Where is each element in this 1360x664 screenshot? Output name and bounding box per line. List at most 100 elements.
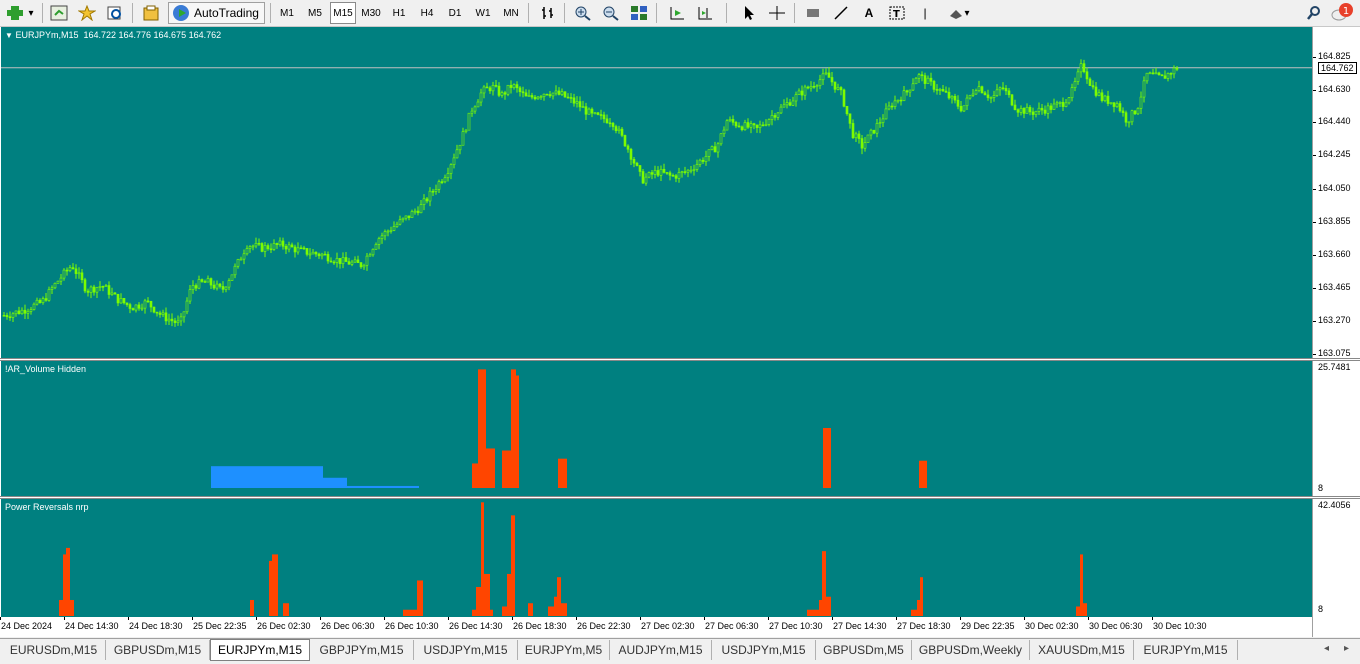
candle-body (782, 104, 786, 108)
text-tool-icon[interactable]: A (858, 2, 880, 24)
rectangle-tool-icon[interactable] (802, 2, 824, 24)
new-chart-icon[interactable] (48, 2, 70, 24)
price-label: 163.270 (1318, 314, 1351, 325)
candle-body (779, 106, 783, 114)
candle-body (1010, 94, 1014, 106)
candle-body (1013, 104, 1017, 110)
trendline-tool-icon[interactable] (830, 2, 852, 24)
power-reversals-pane[interactable]: Power Reversals nrp (1, 499, 1312, 617)
candle-body (452, 157, 456, 165)
time-label: 27 Dec 10:30 (769, 621, 823, 631)
time-tick (128, 617, 129, 620)
timeframe-m15[interactable]: M15 (330, 2, 356, 24)
candle-body (623, 135, 627, 147)
candle-body (251, 245, 255, 248)
price-tick (1313, 57, 1316, 58)
chart-tab-eurjpym-m15[interactable]: EURJPYm,M15 (210, 639, 310, 661)
time-label: 26 Dec 14:30 (449, 621, 503, 631)
arrow-marker-icon[interactable]: | (914, 2, 936, 24)
candle-body (935, 89, 939, 91)
chart-tab-gbpusdm-weekly[interactable]: GBPUSDm,Weekly (912, 640, 1030, 660)
reversal-bar (554, 596, 557, 616)
scroll-left-icon[interactable]: ◂ (1324, 643, 1329, 654)
timeframe-w1[interactable]: W1 (470, 2, 496, 24)
reversal-bar (472, 609, 476, 616)
chart-tab-eurjpym-m5[interactable]: EURJPYm,M5 (518, 640, 610, 660)
timeframe-m30[interactable]: M30 (358, 2, 384, 24)
chart-tab-gbpjpym-m15[interactable]: GBPJPYm,M15 (310, 640, 414, 660)
candle-body (899, 99, 903, 102)
new-order-icon[interactable] (4, 2, 26, 24)
candle-body (410, 211, 414, 218)
candle-body (29, 309, 33, 312)
search-icon[interactable] (1303, 2, 1325, 24)
autotrading-button[interactable]: AutoTrading (168, 2, 265, 24)
price-axis[interactable]: 164.825 164.630 164.440 164.245 164.050 163.8… (1312, 27, 1359, 358)
chart-tab-audjpym-m15[interactable]: AUDJPYm,M15 (610, 640, 712, 660)
candle-body (734, 122, 738, 127)
timeframe-mn[interactable]: MN (498, 2, 524, 24)
chart-tab-gbpusdm-m5[interactable]: GBPUSDm,M5 (816, 640, 912, 660)
candle-body (143, 300, 147, 309)
zoom-in-icon[interactable] (572, 2, 594, 24)
zoom-out-icon[interactable] (600, 2, 622, 24)
candle-body (1082, 63, 1086, 72)
candle-body (368, 254, 372, 257)
chart-tab-usdjpym-m15[interactable]: USDJPYm,M15 (712, 640, 816, 660)
candle-body (605, 118, 609, 124)
cursor-icon[interactable] (738, 2, 760, 24)
timeframe-h1[interactable]: H1 (386, 2, 412, 24)
candle-body (212, 284, 216, 289)
candle-body (698, 159, 702, 165)
candle-body (545, 93, 549, 96)
chart-tab-xauusdm-m15[interactable]: XAUUSDm,M15 (1030, 640, 1134, 660)
candle-body (839, 87, 843, 91)
time-axis[interactable]: 24 Dec 2024 24 Dec 14:30 24 Dec 18:30 25 De… (0, 617, 1312, 637)
chart-window[interactable]: ▼ EURJPYm,M15 164.722 164.776 164.675 16… (0, 27, 1360, 637)
tile-windows-icon[interactable] (628, 2, 650, 24)
navigator-icon[interactable] (104, 2, 126, 24)
chart-tab-usdjpym-m15[interactable]: USDJPYm,M15 (414, 640, 518, 660)
candle-body (533, 96, 537, 100)
candle-body (659, 168, 663, 176)
dropdown-arrow-icon[interactable]: ▾ (26, 2, 36, 24)
timeframe-d1[interactable]: D1 (442, 2, 468, 24)
candle-body (1100, 92, 1104, 101)
price-tick (1313, 254, 1316, 256)
volume-bar (478, 369, 486, 488)
timeframe-h4[interactable]: H4 (414, 2, 440, 24)
candle-body (1172, 67, 1176, 75)
volume-indicator-pane[interactable]: !AR_Volume Hidden (1, 361, 1312, 496)
reversal-bar (1083, 603, 1087, 616)
candle-body (44, 298, 48, 301)
candle-body (1046, 105, 1050, 114)
timeframe-m5[interactable]: M5 (302, 2, 328, 24)
chart-tab-eurusdm-m15[interactable]: EURUSDm,M15 (2, 640, 106, 660)
candle-body (1067, 97, 1071, 104)
candle-body (1037, 107, 1041, 112)
price-chart-pane[interactable]: ▼ EURJPYm,M15 164.722 164.776 164.675 16… (1, 27, 1312, 358)
strategy-tester-icon[interactable] (140, 2, 162, 24)
candle-body (701, 159, 705, 162)
auto-scroll-icon[interactable] (666, 2, 688, 24)
notifications-icon[interactable]: 1 (1331, 2, 1353, 24)
candle-body (248, 246, 252, 249)
favorites-icon[interactable] (76, 2, 98, 24)
candle-body (563, 91, 567, 98)
chart-shift-icon[interactable] (694, 2, 716, 24)
candle-body (218, 283, 222, 287)
chart-tab-gbpusdm-m15[interactable]: GBPUSDm,M15 (106, 640, 210, 660)
candle-body (131, 308, 135, 311)
bar-chart-icon[interactable] (538, 2, 560, 24)
candle-body (944, 90, 948, 93)
scroll-right-icon[interactable]: ▸ (1344, 643, 1349, 654)
crosshair-icon[interactable] (766, 2, 788, 24)
chart-tab-eurjpym-m15[interactable]: EURJPYm,M15 (1134, 640, 1238, 660)
shapes-menu-icon[interactable]: ▾ (944, 2, 974, 24)
time-label: 24 Dec 2024 (1, 621, 53, 631)
candle-body (836, 87, 840, 90)
timeframe-m1[interactable]: M1 (274, 2, 300, 24)
time-tick (1152, 617, 1153, 620)
text-label-tool-icon[interactable]: T (886, 2, 908, 24)
candle-body (86, 290, 90, 293)
